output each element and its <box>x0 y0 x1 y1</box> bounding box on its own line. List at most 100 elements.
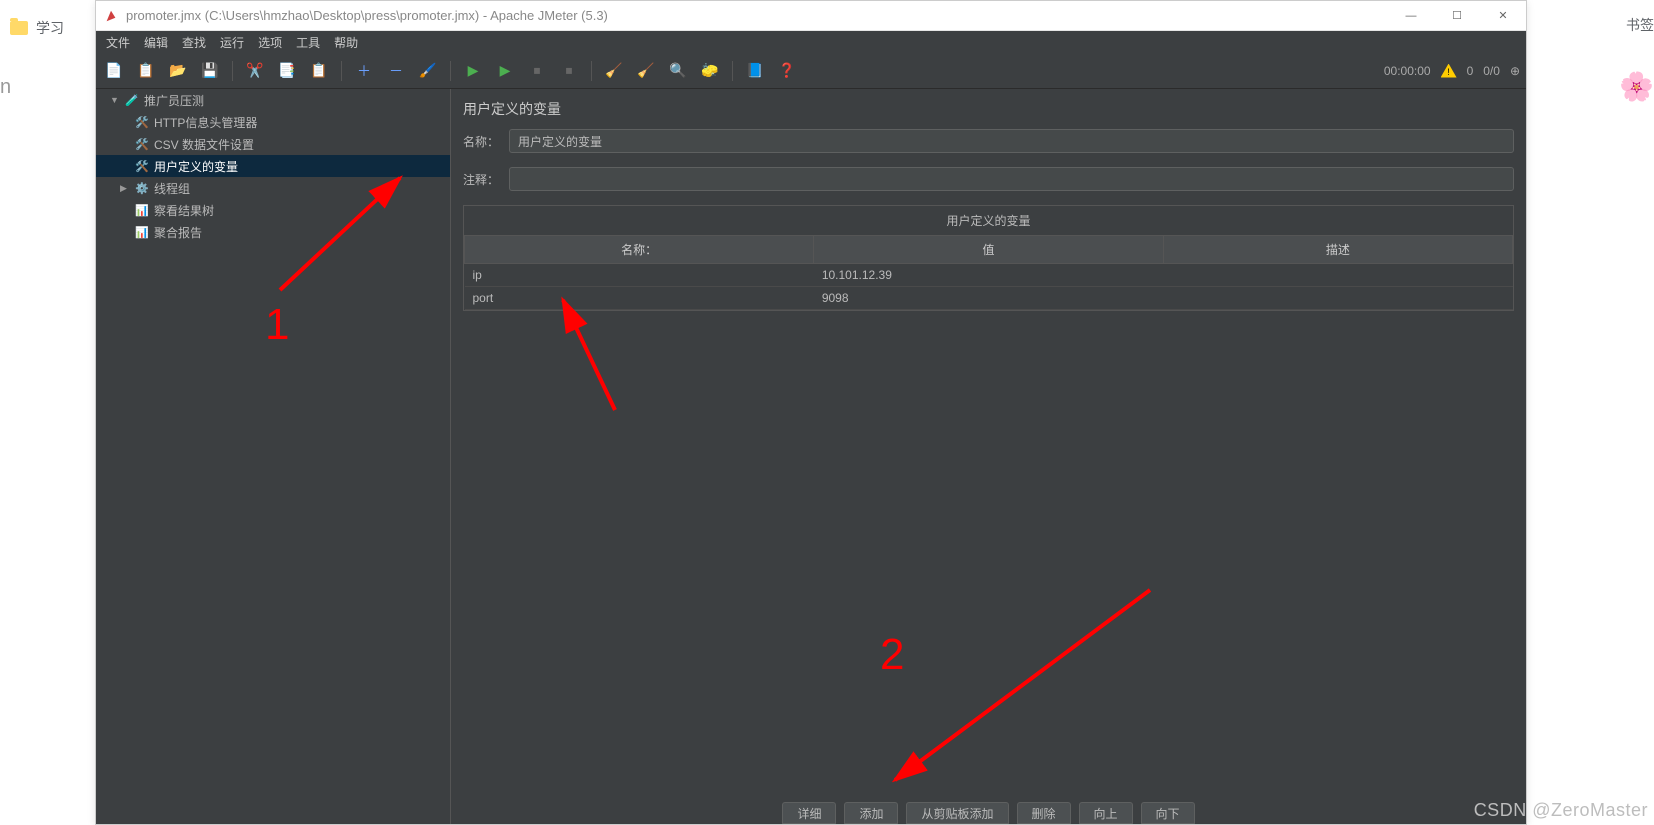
col-desc[interactable]: 描述 <box>1163 236 1512 264</box>
add-from-clipboard-button[interactable]: 从剪贴板添加 <box>906 802 1008 824</box>
wrench-icon: 🛠️ <box>134 158 150 174</box>
cell-value[interactable]: 9098 <box>814 287 1163 310</box>
up-button[interactable]: 向上 <box>1079 802 1133 824</box>
content-panel: 用户定义的变量 名称： 注释： 用户定义的变量 名称： 值 <box>451 89 1526 824</box>
panel-title: 用户定义的变量 <box>463 99 1514 119</box>
window-title: promoter.jmx (C:\Users\hmzhao\Desktop\pr… <box>126 8 608 23</box>
remove-icon[interactable]: － <box>384 59 408 83</box>
templates-icon[interactable]: 📋 <box>134 59 158 83</box>
folder-icon <box>10 21 28 35</box>
flask-icon: 🧪 <box>124 92 140 108</box>
function-helper-icon[interactable]: 📘 <box>743 59 767 83</box>
start-icon[interactable]: ▶ <box>461 59 485 83</box>
clear-icon[interactable]: 🧹 <box>602 59 626 83</box>
help-icon[interactable]: ❓ <box>775 59 799 83</box>
variables-table[interactable]: 名称： 值 描述 ip 10.101.12.39 <box>464 235 1513 310</box>
timer-label: 00:00:00 <box>1384 64 1431 78</box>
new-icon[interactable]: 📄 <box>102 59 126 83</box>
test-plan-tree[interactable]: ▼ 🧪 推广员压测 🛠️ HTTP信息头管理器 🛠️ CSV 数据文件设置 🛠️… <box>96 89 451 824</box>
menu-search[interactable]: 查找 <box>176 32 212 53</box>
menu-edit[interactable]: 编辑 <box>138 32 174 53</box>
gear-icon: ⚙️ <box>134 180 150 196</box>
copy-icon[interactable]: 📑 <box>275 59 299 83</box>
tree-root[interactable]: ▼ 🧪 推广员压测 <box>96 89 450 111</box>
stop-icon[interactable]: ⏹ <box>525 59 549 83</box>
col-value[interactable]: 值 <box>814 236 1163 264</box>
name-input[interactable] <box>509 129 1514 153</box>
toolbar: 📄 📋 📂 💾 ✂️ 📑 📋 ＋ － 🖌️ ▶ ▶ ⏹ ⏹ 🧹 🧹 🔍 🧽 📘 <box>96 53 1526 89</box>
watermark: CSDN @ZeroMaster <box>1474 800 1648 821</box>
cutoff-text: n <box>0 76 11 99</box>
button-row: 详细 添加 从剪贴板添加 删除 向上 向下 <box>451 788 1526 824</box>
table-title: 用户定义的变量 <box>464 206 1513 235</box>
cell-desc[interactable] <box>1163 287 1512 310</box>
start-no-timers-icon[interactable]: ▶ <box>493 59 517 83</box>
thread-count: 0/0 <box>1483 64 1500 78</box>
warn-count: 0 <box>1467 64 1474 78</box>
cell-name[interactable]: port <box>465 287 814 310</box>
caret-down-icon[interactable]: ▼ <box>110 95 120 105</box>
add-icon[interactable]: ＋ <box>352 59 376 83</box>
tree-item-label: CSV 数据文件设置 <box>154 136 254 153</box>
variables-table-wrap: 用户定义的变量 名称： 值 描述 ip 10.10 <box>463 205 1514 311</box>
warning-icon[interactable]: ! <box>1441 64 1457 78</box>
toggle-icon[interactable]: 🖌️ <box>416 59 440 83</box>
comment-label: 注释： <box>463 171 499 188</box>
menu-run[interactable]: 运行 <box>214 32 250 53</box>
wrench-icon: 🛠️ <box>134 114 150 130</box>
titlebar[interactable]: promoter.jmx (C:\Users\hmzhao\Desktop\pr… <box>96 1 1526 31</box>
cell-value[interactable]: 10.101.12.39 <box>814 264 1163 287</box>
main-split: ▼ 🧪 推广员压测 🛠️ HTTP信息头管理器 🛠️ CSV 数据文件设置 🛠️… <box>96 89 1526 824</box>
cell-name[interactable]: ip <box>465 264 814 287</box>
menu-file[interactable]: 文件 <box>100 32 136 53</box>
tree-item-http-header[interactable]: 🛠️ HTTP信息头管理器 <box>96 111 450 133</box>
menubar: 文件 编辑 查找 运行 选项 工具 帮助 <box>96 31 1526 53</box>
menu-tools[interactable]: 工具 <box>290 32 326 53</box>
tree-item-label: 用户定义的变量 <box>154 158 238 175</box>
wrench-icon: 🛠️ <box>134 136 150 152</box>
table-row[interactable]: port 9098 <box>465 287 1513 310</box>
reset-search-icon[interactable]: 🧽 <box>698 59 722 83</box>
tree-item-user-vars[interactable]: 🛠️ 用户定义的变量 <box>96 155 450 177</box>
tree-item-label: 察看结果树 <box>154 202 214 219</box>
add-button[interactable]: 添加 <box>844 802 898 824</box>
tree-item-csv[interactable]: 🛠️ CSV 数据文件设置 <box>96 133 450 155</box>
minimize-button[interactable]: — <box>1388 1 1434 31</box>
close-button[interactable]: ✕ <box>1480 1 1526 31</box>
tree-item-aggregate[interactable]: 📊 聚合报告 <box>96 221 450 243</box>
cut-icon[interactable]: ✂️ <box>243 59 267 83</box>
clear-all-icon[interactable]: 🧹 <box>634 59 658 83</box>
name-label: 名称： <box>463 133 499 150</box>
detail-button[interactable]: 详细 <box>782 802 836 824</box>
cell-desc[interactable] <box>1163 264 1512 287</box>
window-controls: — ☐ ✕ <box>1388 1 1526 31</box>
down-button[interactable]: 向下 <box>1141 802 1195 824</box>
col-name[interactable]: 名称： <box>465 236 814 264</box>
tree-item-label: 线程组 <box>154 180 190 197</box>
search-icon[interactable]: 🔍 <box>666 59 690 83</box>
annotation-number-2: 2 <box>880 630 904 680</box>
table-row[interactable]: ip 10.101.12.39 <box>465 264 1513 287</box>
expand-icon[interactable]: ⊕ <box>1510 64 1520 78</box>
tree-root-label: 推广员压测 <box>144 92 204 109</box>
caret-right-icon[interactable]: ▶ <box>120 183 130 194</box>
maximize-button[interactable]: ☐ <box>1434 1 1480 31</box>
shutdown-icon[interactable]: ⏹ <box>557 59 581 83</box>
chart-icon: 📊 <box>134 202 150 218</box>
browser-tab[interactable]: 学习 <box>10 18 64 38</box>
jmeter-window: promoter.jmx (C:\Users\hmzhao\Desktop\pr… <box>95 0 1527 825</box>
paste-icon[interactable]: 📋 <box>307 59 331 83</box>
chart-icon: 📊 <box>134 224 150 240</box>
menu-options[interactable]: 选项 <box>252 32 288 53</box>
menu-help[interactable]: 帮助 <box>328 32 364 53</box>
flower-icon: 🌸 <box>1619 70 1654 103</box>
tree-item-label: 聚合报告 <box>154 224 202 241</box>
open-icon[interactable]: 📂 <box>166 59 190 83</box>
tree-item-thread-group[interactable]: ▶ ⚙️ 线程组 <box>96 177 450 199</box>
delete-button[interactable]: 删除 <box>1017 802 1071 824</box>
comment-input[interactable] <box>509 167 1514 191</box>
app-body: 文件 编辑 查找 运行 选项 工具 帮助 📄 📋 📂 💾 ✂️ 📑 📋 ＋ － … <box>96 31 1526 824</box>
bookmark-partial: 书签 <box>1626 15 1654 35</box>
save-icon[interactable]: 💾 <box>198 59 222 83</box>
tree-item-view-results[interactable]: 📊 察看结果树 <box>96 199 450 221</box>
